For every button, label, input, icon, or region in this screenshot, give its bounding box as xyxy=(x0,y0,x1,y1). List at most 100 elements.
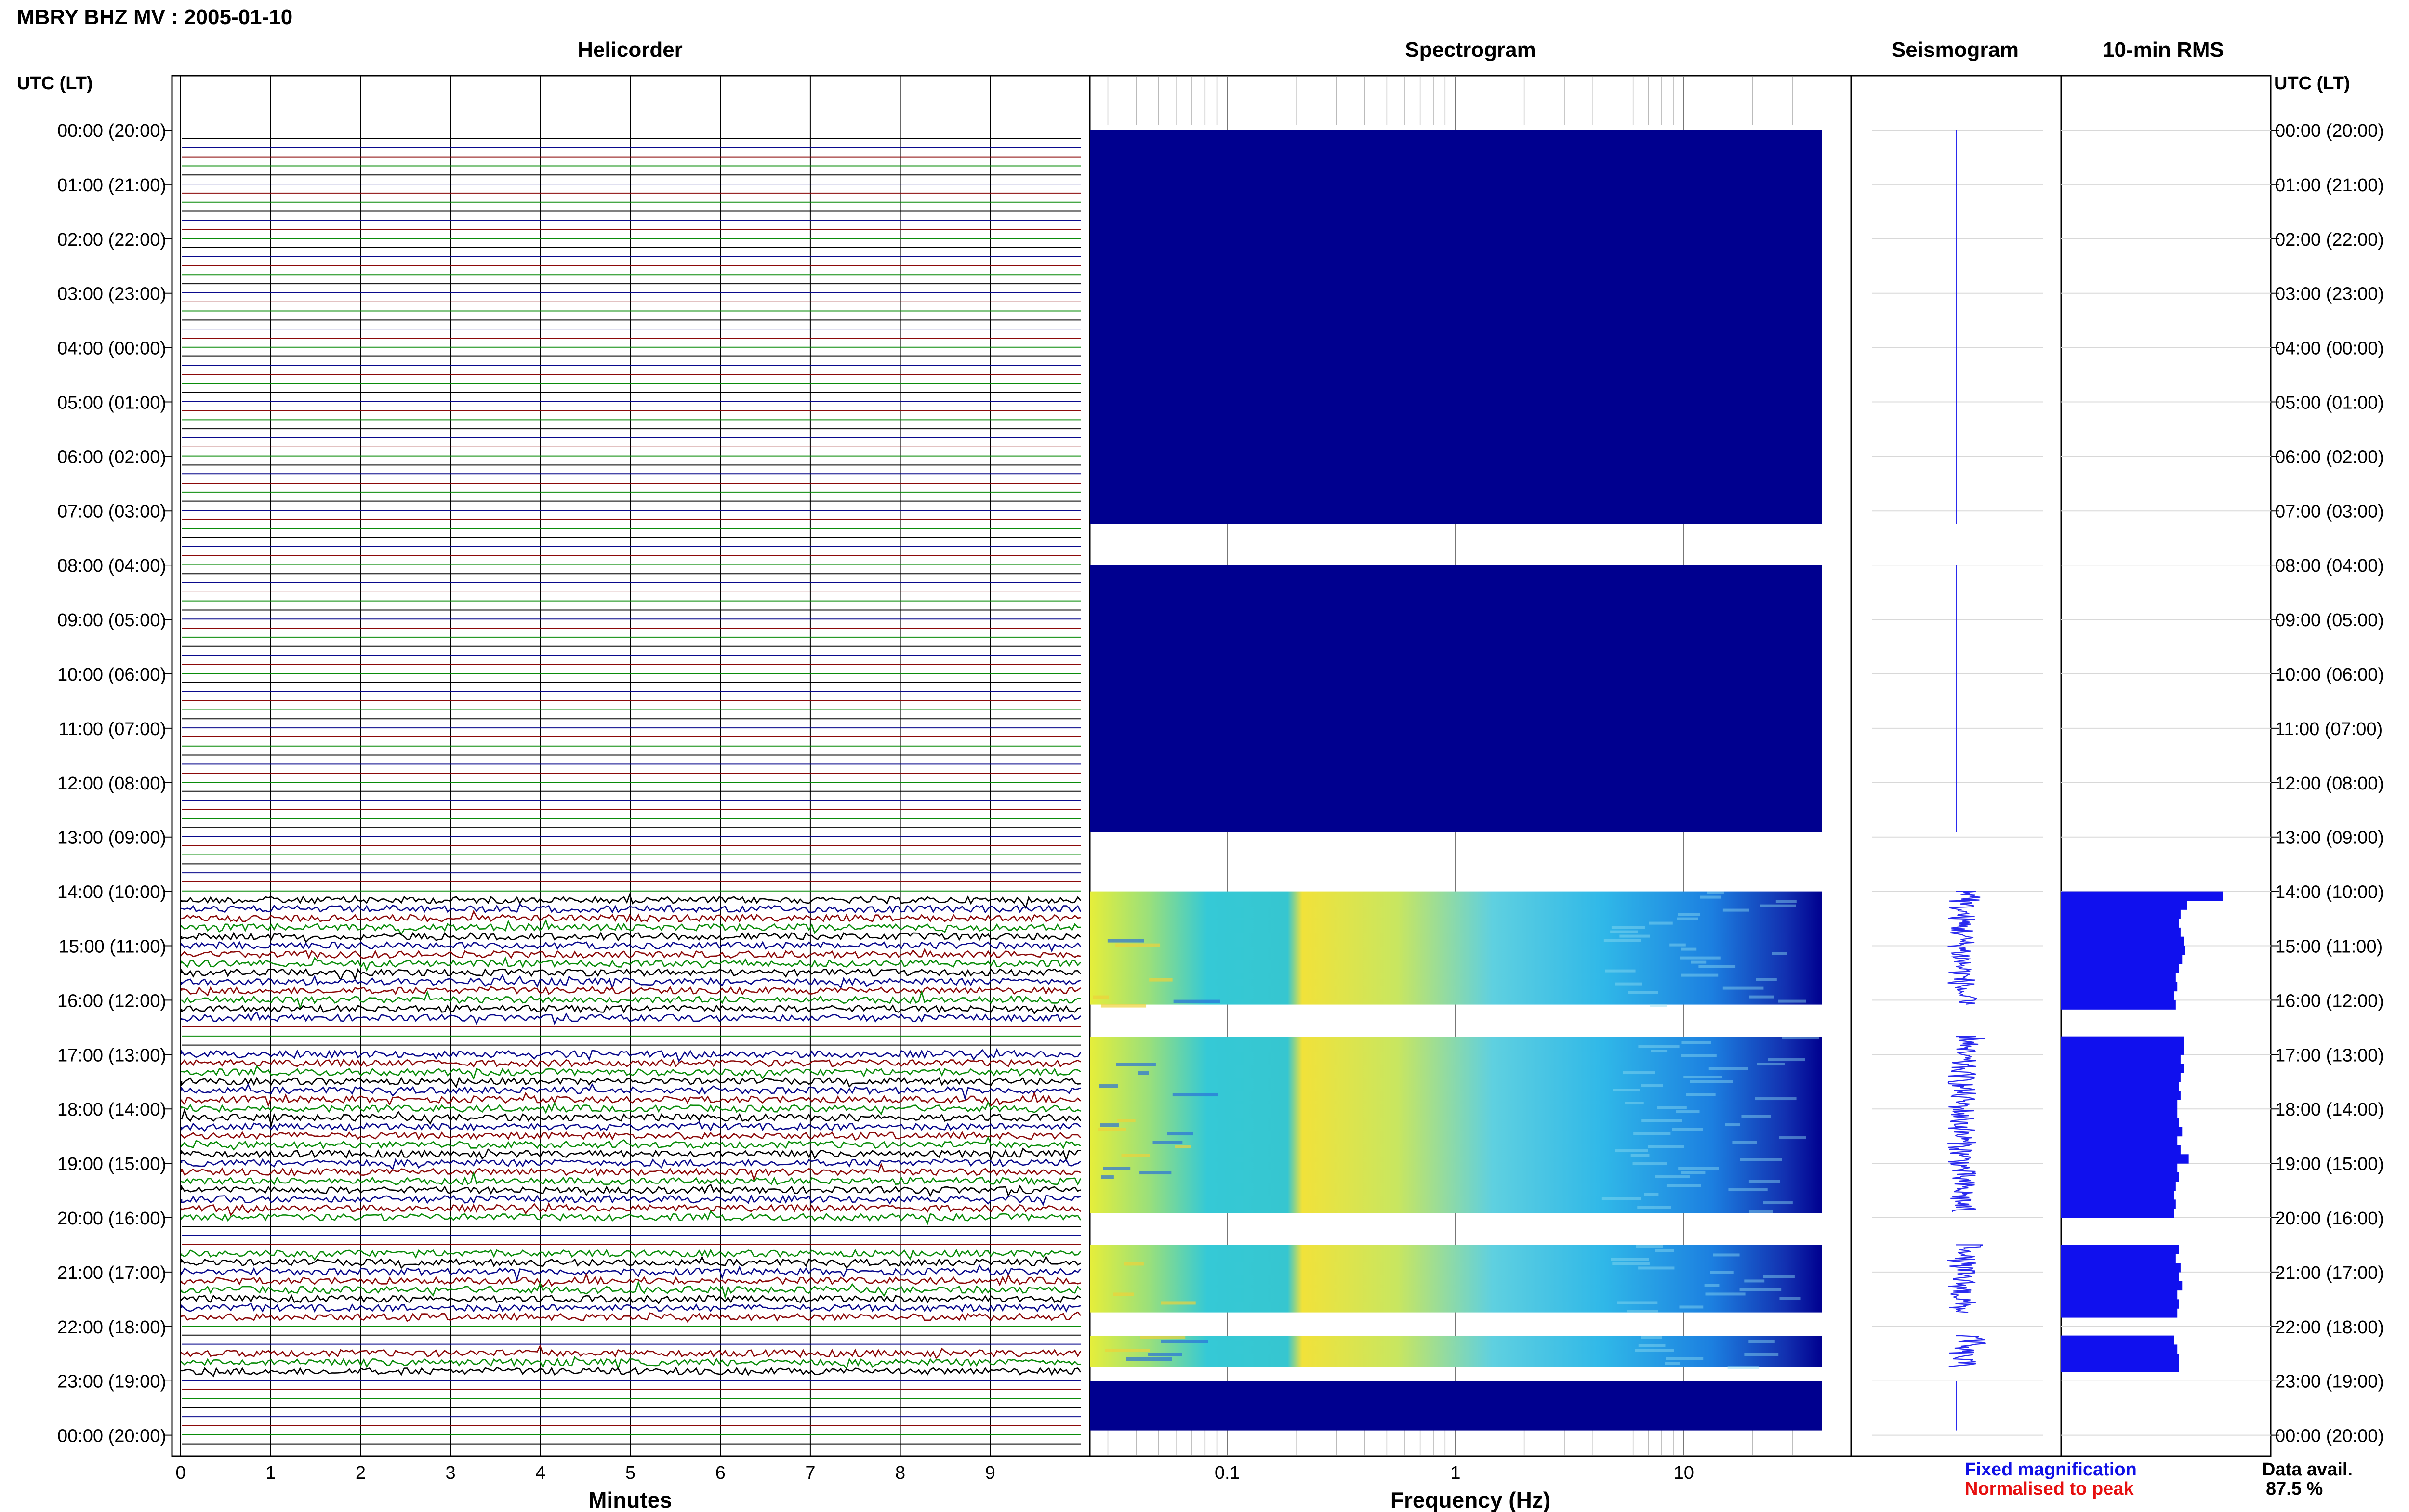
hour-label-right: 18:00 (14:00) xyxy=(2275,1100,2384,1120)
spectrogram-texture xyxy=(1741,1115,1771,1118)
hour-label-right: 04:00 (00:00) xyxy=(2275,339,2384,359)
spectrogram-active-block xyxy=(1090,1037,1822,1213)
spectrogram-texture xyxy=(1680,1171,1706,1174)
helicorder-tick-label: 7 xyxy=(805,1463,815,1483)
spectrogram-texture xyxy=(1779,1297,1801,1300)
hour-label-left: 02:00 (22:00) xyxy=(57,230,166,250)
spectrogram-texture xyxy=(1139,1171,1172,1175)
hour-label-left: 15:00 (11:00) xyxy=(59,937,166,957)
spectrogram-texture xyxy=(1161,1301,1196,1305)
spectrogram-texture xyxy=(1681,1054,1717,1057)
hour-label-right: 23:00 (19:00) xyxy=(2275,1372,2384,1392)
seismic-daily-plot: MBRY BHZ MV : 2005-01-10 Helicorder Spec… xyxy=(0,0,2409,1512)
hour-label-left: 04:00 (00:00) xyxy=(57,339,166,359)
data-avail-label: Data avail. xyxy=(2262,1459,2353,1480)
spectrogram-texture xyxy=(1098,1128,1126,1131)
spectrogram-texture xyxy=(1779,1136,1806,1140)
spectrogram-texture xyxy=(1748,1180,1780,1183)
spectrogram-tick-label: 1 xyxy=(1450,1463,1460,1483)
hour-label-right: 10:00 (06:00) xyxy=(2275,665,2384,685)
hour-label-right: 09:00 (05:00) xyxy=(2275,610,2384,631)
hour-label-left: 19:00 (15:00) xyxy=(57,1154,166,1174)
rms-bar xyxy=(2061,909,2181,919)
plot-title: MBRY BHZ MV : 2005-01-10 xyxy=(17,5,292,29)
rms-bar xyxy=(2061,1245,2179,1254)
helicorder-tick-label: 1 xyxy=(265,1463,276,1483)
spectrogram-texture xyxy=(1093,995,1109,999)
spectrogram-texture xyxy=(1681,947,1697,951)
hour-label-left: 03:00 (23:00) xyxy=(57,284,166,304)
spectrogram-texture xyxy=(1175,1145,1191,1149)
hour-label-left: 13:00 (09:00) xyxy=(57,828,166,848)
spectrogram-texture xyxy=(1605,969,1636,973)
spectrogram-texture xyxy=(1655,1249,1674,1252)
rms-bar xyxy=(2061,1281,2183,1291)
data-avail-value: 87.5 % xyxy=(2266,1479,2323,1499)
utc-label-right: UTC (LT) xyxy=(2274,73,2350,93)
rms-bar xyxy=(2061,973,2176,983)
spectrogram-texture xyxy=(1641,1335,1662,1339)
rms-bar xyxy=(2061,1363,2179,1372)
rms-bar xyxy=(2061,936,2184,947)
spectrogram-texture xyxy=(1126,1357,1172,1361)
hour-label-left: 20:00 (16:00) xyxy=(57,1209,166,1229)
spectrogram-texture xyxy=(1636,1245,1663,1248)
spectrogram-texture xyxy=(1644,1193,1659,1196)
spectrogram-texture xyxy=(1149,978,1173,982)
hour-label-right: 19:00 (15:00) xyxy=(2275,1154,2384,1174)
spectrogram-texture xyxy=(1627,1310,1658,1313)
spectrogram-texture xyxy=(1100,1004,1147,1008)
spectrogram-texture xyxy=(1749,1210,1773,1213)
rms-bar xyxy=(2061,1064,2184,1073)
spectrogram-texture xyxy=(1116,1063,1156,1066)
spectrogram-texture xyxy=(1679,1305,1704,1309)
spectrogram-active-block xyxy=(1090,1245,1822,1313)
spectrogram-texture xyxy=(1121,1154,1150,1157)
spectrogram-texture xyxy=(1732,1141,1757,1144)
rms-bar xyxy=(2061,900,2187,910)
spectrogram-texture xyxy=(1666,1357,1704,1360)
helicorder-tick-label: 2 xyxy=(356,1463,366,1483)
helicorder-tick-label: 6 xyxy=(715,1463,726,1483)
helicorder-xlabel: Minutes xyxy=(588,1487,672,1512)
spectrogram-texture xyxy=(1611,1258,1649,1261)
hour-label-left: 12:00 (08:00) xyxy=(57,774,166,794)
spectrogram-texture xyxy=(1103,1167,1131,1170)
spectrogram-texture xyxy=(1603,939,1641,942)
spectrogram-texture xyxy=(1649,921,1673,925)
rms-bar xyxy=(2061,1072,2181,1082)
rms-bar xyxy=(2061,955,2183,964)
spectrogram-texture xyxy=(1610,930,1638,933)
spectrogram-texture xyxy=(1782,1037,1819,1040)
hour-label-left: 08:00 (04:00) xyxy=(57,556,166,576)
spectrogram-texture xyxy=(1140,1335,1186,1339)
rms-bar xyxy=(2061,1344,2178,1354)
hour-label-left: 23:00 (19:00) xyxy=(57,1372,166,1392)
hour-label-right: 22:00 (18:00) xyxy=(2275,1317,2384,1338)
spectrogram-texture xyxy=(1601,1197,1641,1200)
spectrogram-texture xyxy=(1690,1080,1733,1083)
hour-label-left: 14:00 (10:00) xyxy=(57,882,166,903)
hour-label-right: 12:00 (08:00) xyxy=(2275,774,2384,794)
spectrogram-texture xyxy=(1768,1058,1805,1062)
hour-label-left: 09:00 (05:00) xyxy=(57,610,166,631)
spectrogram-texture xyxy=(1617,1301,1658,1304)
rms-bar xyxy=(2061,1335,2174,1345)
spectrogram-texture xyxy=(1148,1353,1182,1356)
spectrogram-texture xyxy=(1113,1292,1134,1296)
rms-bar xyxy=(2061,1308,2178,1318)
spectrogram-texture xyxy=(1628,991,1658,994)
hour-label-left: 17:00 (13:00) xyxy=(57,1045,166,1065)
spectrogram-texture xyxy=(1625,1102,1644,1105)
spectrogram-texture xyxy=(1728,1188,1768,1192)
rms-bar xyxy=(2061,1136,2178,1146)
spectrogram-xlabel: Frequency (Hz) xyxy=(1390,1487,1550,1512)
spectrogram-texture xyxy=(1161,1340,1208,1343)
spectrogram-texture xyxy=(1763,1201,1793,1205)
rms-bar xyxy=(2061,1190,2174,1200)
spectrogram-texture xyxy=(1105,1348,1150,1352)
spectrogram-texture xyxy=(1107,939,1144,943)
hour-label-left: 00:00 (20:00) xyxy=(57,121,166,141)
hour-label-left: 06:00 (02:00) xyxy=(57,447,166,467)
hour-label-right: 02:00 (22:00) xyxy=(2275,230,2384,250)
